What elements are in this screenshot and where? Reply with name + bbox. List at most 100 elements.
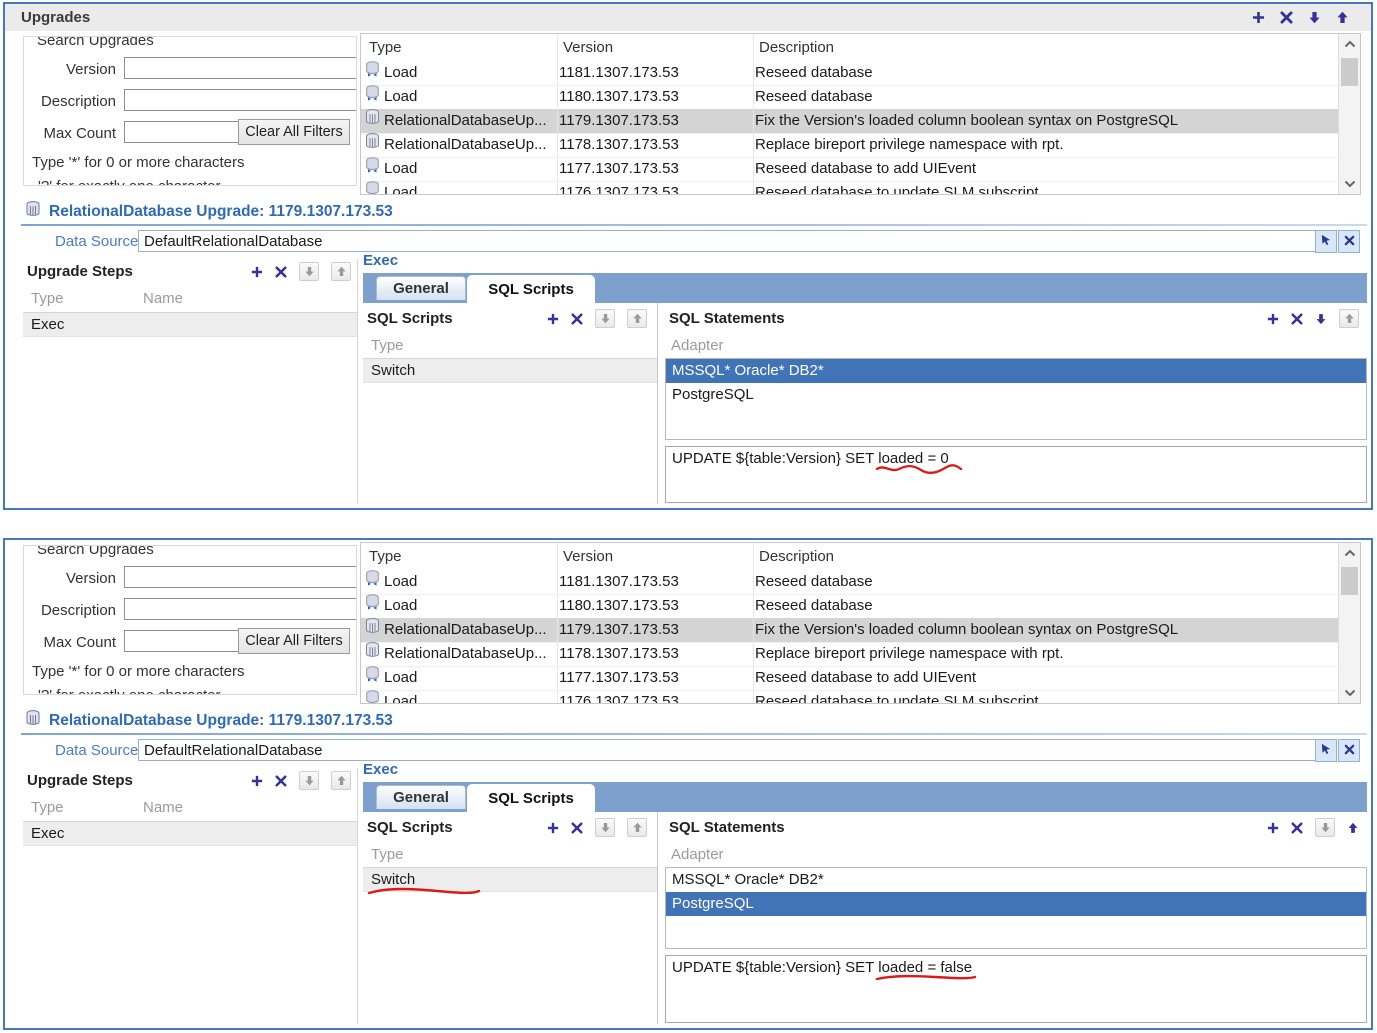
- description-input[interactable]: [124, 89, 357, 111]
- load-database-icon: [365, 85, 380, 109]
- steps-column-type[interactable]: Type: [31, 290, 64, 307]
- clear-reference-button[interactable]: [1338, 230, 1360, 253]
- adapter-row-mssql-oracle-db2[interactable]: MSSQL* Oracle* DB2*: [666, 359, 1366, 383]
- move-down-icon[interactable]: [299, 262, 319, 281]
- move-up-icon[interactable]: [1336, 11, 1349, 24]
- steps-column-type[interactable]: Type: [31, 799, 64, 816]
- table-row[interactable]: Load 1180.1307.173.53 Reseed database: [361, 85, 1338, 110]
- clear-all-filters-button[interactable]: Clear All Filters: [238, 119, 350, 145]
- move-up-icon[interactable]: [1339, 309, 1359, 328]
- tab-general[interactable]: General: [376, 785, 466, 809]
- add-icon[interactable]: [1252, 11, 1265, 24]
- table-scrollbar[interactable]: [1338, 543, 1360, 703]
- move-down-icon[interactable]: [299, 771, 319, 790]
- move-up-icon[interactable]: [331, 262, 351, 281]
- column-header-description[interactable]: Description: [755, 34, 1334, 61]
- scrollbar-down-icon[interactable]: [1339, 174, 1360, 194]
- upgrade-steps-title: Upgrade Steps: [27, 772, 133, 789]
- select-reference-button[interactable]: [1315, 230, 1337, 253]
- max-count-input[interactable]: [124, 121, 240, 143]
- table-row[interactable]: Load 1181.1307.173.53 Reseed database: [361, 570, 1338, 595]
- table-scrollbar[interactable]: [1338, 34, 1360, 194]
- tab-sql-scripts[interactable]: SQL Scripts: [467, 784, 595, 812]
- table-row-clipped[interactable]: Load 1176.1307.173.53 Reseed database to…: [361, 181, 1338, 195]
- move-down-icon[interactable]: [595, 818, 615, 837]
- table-row[interactable]: Load 1177.1307.173.53 Reseed database to…: [361, 666, 1338, 691]
- column-header-description[interactable]: Description: [755, 543, 1334, 570]
- red-underline-annotation: [367, 886, 481, 896]
- delete-icon[interactable]: [275, 775, 287, 787]
- move-down-icon[interactable]: [595, 309, 615, 328]
- move-up-icon[interactable]: [1347, 822, 1359, 834]
- upgrade-step-row[interactable]: Exec: [23, 822, 357, 846]
- scrollbar-up-icon[interactable]: [1339, 34, 1360, 54]
- scrollbar-thumb[interactable]: [1341, 567, 1358, 595]
- tab-general[interactable]: General: [376, 276, 466, 300]
- table-row-selected[interactable]: RelationalDatabaseUp... 1179.1307.173.53…: [361, 618, 1338, 643]
- delete-icon[interactable]: [1291, 822, 1303, 834]
- delete-icon[interactable]: [1291, 313, 1303, 325]
- move-down-icon[interactable]: [1308, 11, 1321, 24]
- statements-column-adapter[interactable]: Adapter: [671, 846, 724, 863]
- table-row[interactable]: RelationalDatabaseUp... 1178.1307.173.53…: [361, 642, 1338, 667]
- wildcard-hint-2: '?' for exactly one character: [38, 687, 220, 695]
- column-header-type[interactable]: Type: [365, 34, 559, 61]
- scrollbar-down-icon[interactable]: [1339, 683, 1360, 703]
- table-row-selected[interactable]: RelationalDatabaseUp... 1179.1307.173.53…: [361, 109, 1338, 134]
- relational-database-icon: [365, 618, 380, 642]
- move-up-icon[interactable]: [331, 771, 351, 790]
- data-source-input[interactable]: [138, 230, 1321, 252]
- add-icon[interactable]: [1267, 822, 1279, 834]
- sql-statement-editor[interactable]: UPDATE ${table:Version} SET loaded = 0: [665, 446, 1367, 503]
- relational-database-icon: [25, 201, 41, 222]
- description-input[interactable]: [124, 598, 357, 620]
- version-input[interactable]: [124, 566, 357, 588]
- statements-column-adapter[interactable]: Adapter: [671, 337, 724, 354]
- upgrade-step-row[interactable]: Exec: [23, 313, 357, 337]
- clear-all-filters-button[interactable]: Clear All Filters: [238, 628, 350, 654]
- steps-column-name[interactable]: Name: [143, 799, 183, 816]
- sql-statement-editor[interactable]: UPDATE ${table:Version} SET loaded = fal…: [665, 955, 1367, 1023]
- table-row-clipped[interactable]: Load 1176.1307.173.53 Reseed database to…: [361, 690, 1338, 704]
- move-down-icon[interactable]: [1315, 313, 1327, 325]
- version-input[interactable]: [124, 57, 357, 79]
- table-row[interactable]: RelationalDatabaseUp... 1178.1307.173.53…: [361, 133, 1338, 158]
- delete-icon[interactable]: [571, 822, 583, 834]
- column-header-version[interactable]: Version: [559, 34, 753, 61]
- scrollbar-up-icon[interactable]: [1339, 543, 1360, 563]
- move-down-icon[interactable]: [1315, 818, 1335, 837]
- wildcard-hint-1: Type '*' for 0 or more characters: [32, 154, 244, 171]
- data-source-input[interactable]: [138, 739, 1321, 761]
- add-icon[interactable]: [251, 266, 263, 278]
- select-reference-button[interactable]: [1315, 739, 1337, 762]
- sql-script-row-switch[interactable]: Switch: [363, 359, 657, 383]
- add-icon[interactable]: [547, 822, 559, 834]
- data-source-row: Data Source: [5, 230, 1371, 254]
- exec-tabbar: General SQL Scripts: [363, 273, 1367, 303]
- delete-icon[interactable]: [571, 313, 583, 325]
- adapter-row-mssql-oracle-db2[interactable]: MSSQL* Oracle* DB2*: [666, 868, 1366, 892]
- load-database-icon: [365, 690, 380, 704]
- column-header-type[interactable]: Type: [365, 543, 559, 570]
- adapter-row-postgresql[interactable]: PostgreSQL: [666, 892, 1366, 916]
- move-up-icon[interactable]: [627, 818, 647, 837]
- add-icon[interactable]: [1267, 313, 1279, 325]
- tab-sql-scripts[interactable]: SQL Scripts: [467, 275, 595, 303]
- add-icon[interactable]: [251, 775, 263, 787]
- scrollbar-thumb[interactable]: [1341, 58, 1358, 86]
- clear-reference-button[interactable]: [1338, 739, 1360, 762]
- max-count-input[interactable]: [124, 630, 240, 652]
- scripts-column-type[interactable]: Type: [371, 846, 404, 863]
- move-up-icon[interactable]: [627, 309, 647, 328]
- column-header-version[interactable]: Version: [559, 543, 753, 570]
- steps-column-name[interactable]: Name: [143, 290, 183, 307]
- delete-icon[interactable]: [1280, 11, 1293, 24]
- table-row[interactable]: Load 1177.1307.173.53 Reseed database to…: [361, 157, 1338, 182]
- delete-icon[interactable]: [275, 266, 287, 278]
- adapter-row-postgresql[interactable]: PostgreSQL: [666, 383, 1366, 407]
- scripts-column-type[interactable]: Type: [371, 337, 404, 354]
- table-row[interactable]: Load 1181.1307.173.53 Reseed database: [361, 61, 1338, 86]
- add-icon[interactable]: [547, 313, 559, 325]
- table-row[interactable]: Load 1180.1307.173.53 Reseed database: [361, 594, 1338, 619]
- data-source-label: Data Source: [55, 742, 138, 759]
